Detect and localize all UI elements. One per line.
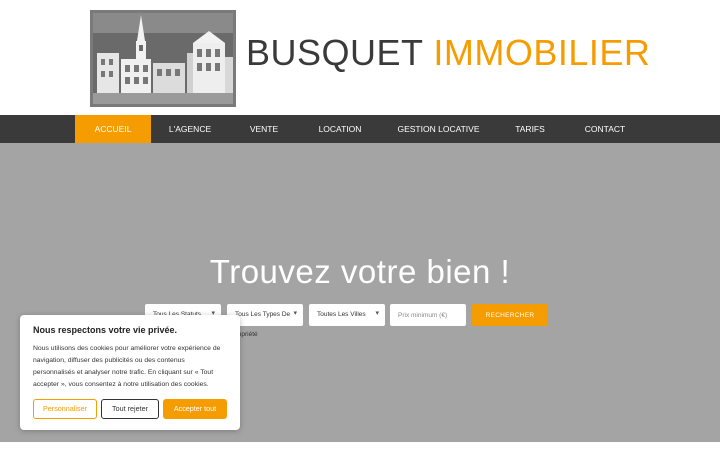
nav-item-tarifs[interactable]: TARIFS [507, 115, 553, 143]
nav-item-location[interactable]: LOCATION [311, 115, 369, 143]
customize-cookies-button[interactable]: Personnaliser [33, 399, 97, 419]
property-type-select-value: Tous Les Types De [235, 311, 291, 318]
city-select[interactable]: Toutes Les Villes ▾ [309, 304, 385, 326]
nav-item-accueil[interactable]: ACCUEIL [75, 115, 151, 143]
main-navigation: ACCUEIL L'AGENCE VENTE LOCATION GESTION … [0, 115, 720, 143]
chevron-down-icon: ▾ [293, 310, 297, 317]
town-skyline-illustration [93, 13, 233, 104]
nav-item-gestion-locative[interactable]: GESTION LOCATIVE [395, 115, 482, 143]
site-header: BUSQUET IMMOBILIER [0, 0, 720, 115]
nav-item-vente[interactable]: VENTE [240, 115, 288, 143]
search-button[interactable]: RECHERCHER [472, 304, 548, 326]
cookie-consent-banner: Nous respectons votre vie privée. Nous u… [20, 315, 240, 430]
brand-name-part1: BUSQUET [246, 32, 423, 73]
logo-image[interactable] [90, 10, 236, 107]
cookie-description: Nous utilisons des cookies pour améliore… [33, 345, 221, 388]
nav-item-agence[interactable]: L'AGENCE [158, 115, 222, 143]
brand-name-part2: IMMOBILIER [433, 32, 651, 73]
min-price-input[interactable] [390, 304, 466, 326]
page-bottom-strip [0, 442, 720, 450]
brand-wordmark[interactable]: BUSQUET IMMOBILIER [246, 32, 650, 74]
reject-all-button[interactable]: Tout rejeter [101, 399, 159, 419]
cookie-title: Nous respectons votre vie privée. [33, 325, 178, 335]
nav-item-contact[interactable]: CONTACT [578, 115, 632, 143]
chevron-down-icon: ▾ [375, 310, 379, 317]
hero-title: Trouvez votre bien ! [209, 253, 511, 290]
city-select-value: Toutes Les Villes [317, 311, 366, 318]
accept-all-button[interactable]: Accepter tout [163, 399, 227, 419]
